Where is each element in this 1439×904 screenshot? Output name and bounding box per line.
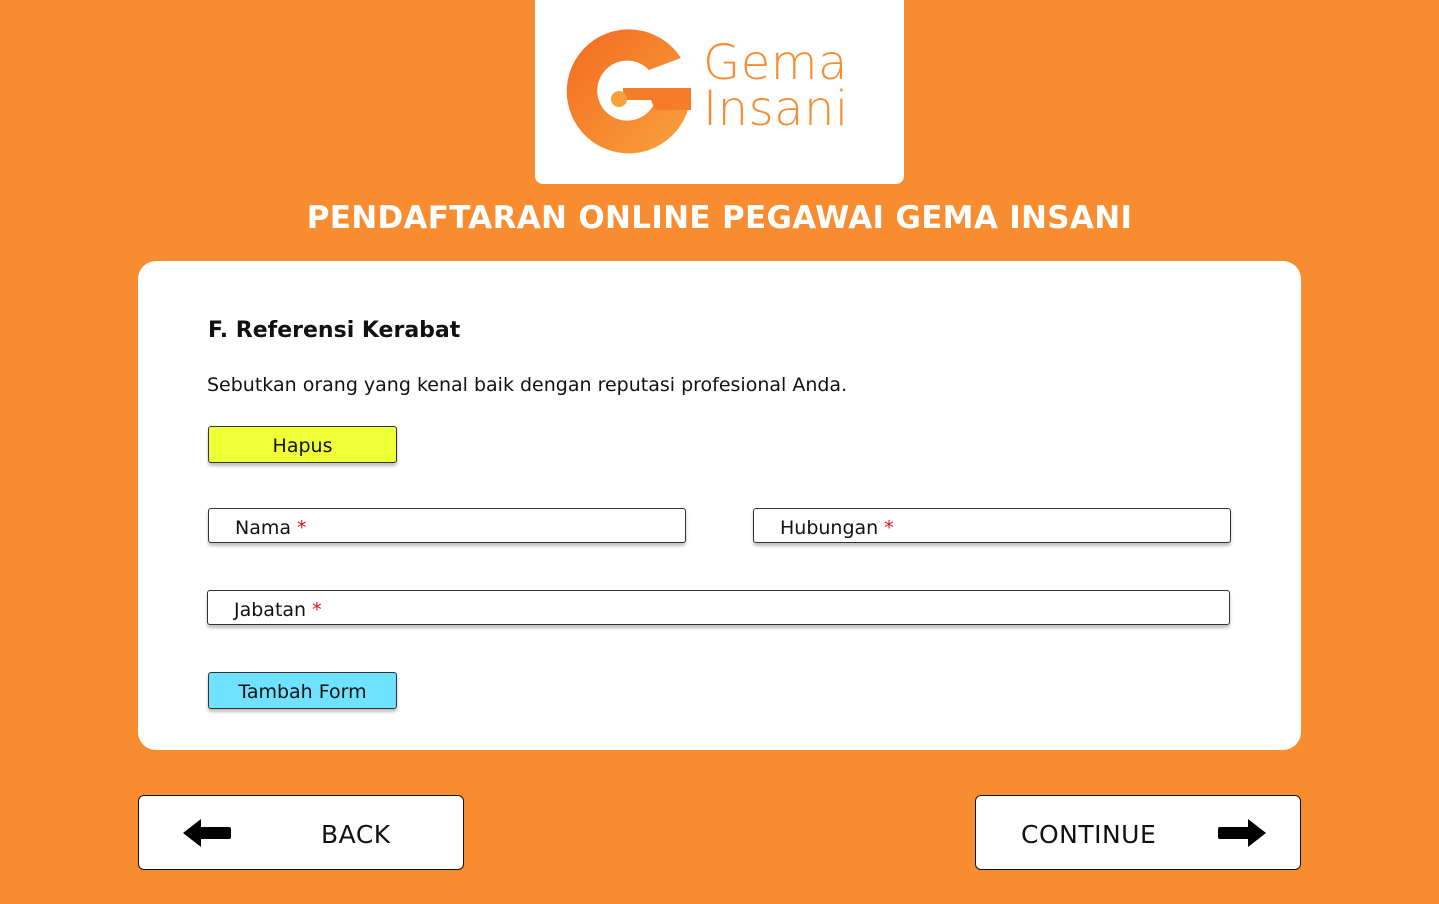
form-card: F. Referensi Kerabat Sebutkan orang yang… bbox=[138, 261, 1301, 750]
required-marker: * bbox=[884, 517, 894, 539]
required-marker: * bbox=[297, 517, 307, 539]
gema-insani-logo-icon bbox=[566, 29, 691, 154]
section-title: F. Referensi Kerabat bbox=[208, 318, 461, 343]
required-marker: * bbox=[312, 599, 322, 621]
section-description: Sebutkan orang yang kenal baik dengan re… bbox=[207, 374, 848, 396]
logo: Gema Insani bbox=[535, 0, 904, 184]
page-title: PENDAFTARAN ONLINE PEGAWAI GEMA INSANI bbox=[306, 200, 1133, 236]
back-label: BACK bbox=[321, 820, 391, 849]
add-form-button[interactable]: Tambah Form bbox=[208, 672, 397, 709]
hubungan-field[interactable]: Hubungan * bbox=[753, 508, 1231, 543]
arrow-right-icon bbox=[1218, 819, 1266, 847]
hubungan-label: Hubungan bbox=[780, 517, 879, 539]
jabatan-field[interactable]: Jabatan * bbox=[207, 590, 1230, 625]
nama-field[interactable]: Nama * bbox=[208, 508, 686, 543]
delete-button[interactable]: Hapus bbox=[208, 426, 397, 463]
back-button[interactable]: BACK bbox=[138, 795, 464, 870]
continue-label: CONTINUE bbox=[1021, 820, 1157, 849]
jabatan-label: Jabatan bbox=[234, 599, 307, 621]
logo-line2: Insani bbox=[703, 81, 849, 137]
continue-button[interactable]: CONTINUE bbox=[975, 795, 1301, 870]
arrow-left-icon bbox=[183, 819, 231, 847]
logo-line1: Gema bbox=[703, 35, 848, 91]
logo-wordmark: Gema Insani bbox=[703, 35, 849, 137]
nama-label: Nama bbox=[235, 517, 292, 539]
